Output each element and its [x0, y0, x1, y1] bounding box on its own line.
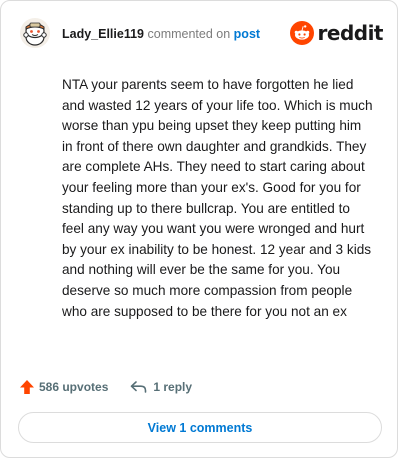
- comment-footer: 586 upvotes 1 reply: [19, 377, 192, 397]
- reply-arrow-icon[interactable]: [130, 380, 147, 394]
- comment-meta: Lady_Ellie119 commented on post: [62, 27, 260, 41]
- post-link[interactable]: post: [234, 27, 260, 41]
- reddit-alien-icon: [289, 21, 314, 45]
- comment-header: Lady_Ellie119 commented on post reddit: [19, 15, 385, 55]
- reply-count[interactable]: 1 reply: [153, 380, 192, 394]
- comment-card: Lady_Ellie119 commented on post reddit N…: [0, 0, 398, 458]
- username-link[interactable]: Lady_Ellie119: [62, 27, 144, 41]
- upvote-count: 586 upvotes: [39, 380, 109, 394]
- snoo-avatar-icon[interactable]: [19, 17, 51, 49]
- view-comments-button[interactable]: View 1 comments: [18, 412, 382, 443]
- reddit-logo[interactable]: reddit: [289, 20, 384, 46]
- action-text: commented on: [147, 27, 231, 41]
- upvote-arrow-icon[interactable]: [19, 379, 35, 395]
- comment-body: NTA your parents seem to have forgotten …: [62, 77, 373, 319]
- reddit-wordmark: reddit: [317, 21, 384, 45]
